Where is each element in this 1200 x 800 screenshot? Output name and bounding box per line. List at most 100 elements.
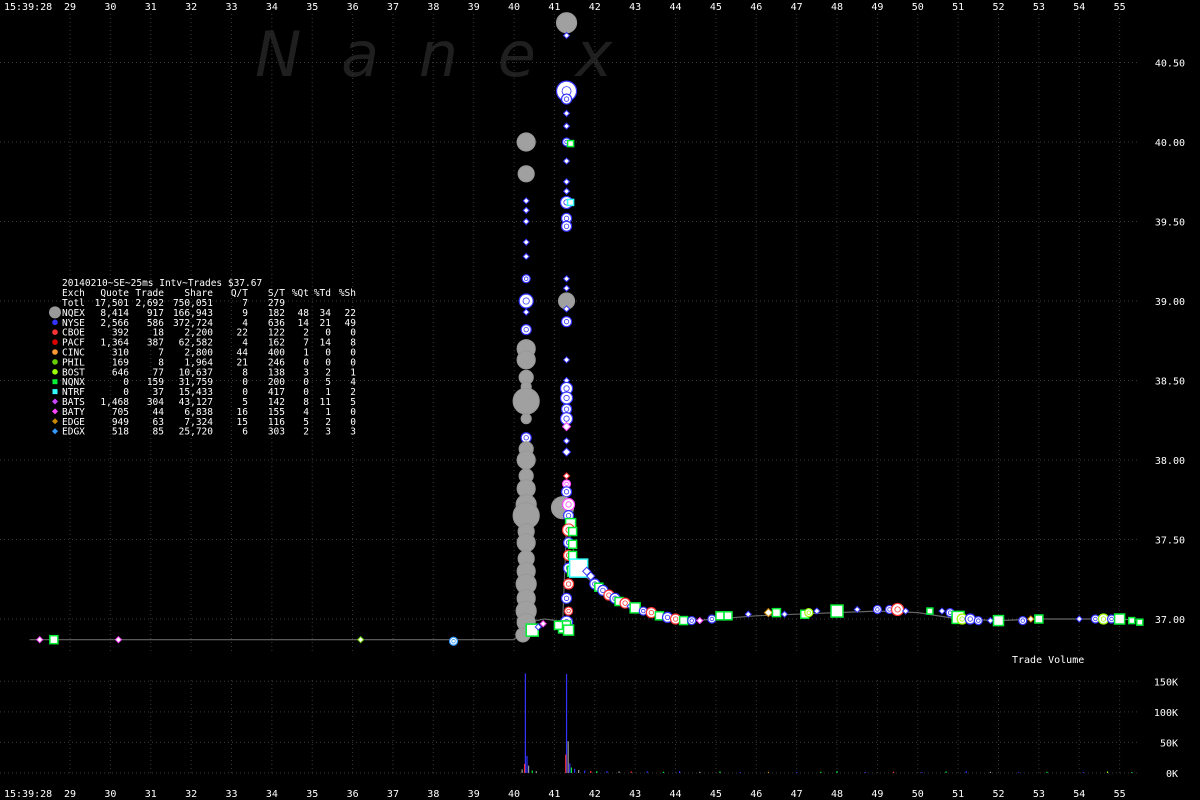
x-tick-label: 41 xyxy=(548,2,560,13)
x-tick-label: 55 xyxy=(1114,789,1126,800)
x-tick-label: 32 xyxy=(185,2,197,13)
x-tick-label: 52 xyxy=(992,2,1004,13)
x-tick-label: 40 xyxy=(508,2,520,13)
x-tick-label: 46 xyxy=(750,789,762,800)
x-tick-label: 52 xyxy=(992,789,1004,800)
trade-point-square xyxy=(562,624,575,636)
stats-cell: EDGX xyxy=(62,427,85,438)
x-tick-label: 31 xyxy=(145,789,157,800)
trade-point-circle xyxy=(516,132,536,152)
trade-point-circle xyxy=(520,324,532,336)
x-tick-label: 50 xyxy=(912,2,924,13)
x-tick-label: 38 xyxy=(427,2,439,13)
y-tick-label: 38.00 xyxy=(1155,456,1185,467)
x-tick-label: 44 xyxy=(670,2,682,13)
trade-point-circle xyxy=(804,608,814,618)
x-tick-label: 42 xyxy=(589,789,601,800)
stats-cell: 303 xyxy=(268,427,285,438)
x-tick-label: 47 xyxy=(791,789,803,800)
x-tick-label: 30 xyxy=(104,789,116,800)
trade-point-circle xyxy=(707,614,717,624)
stats-legend-icon xyxy=(52,359,58,365)
trade-point-circle xyxy=(517,165,535,183)
x-tick-label: 43 xyxy=(629,2,641,13)
trade-point-circle xyxy=(872,604,883,615)
x-tick-label: 37 xyxy=(387,2,399,13)
trade-point-square xyxy=(723,611,733,621)
trade-point-circle xyxy=(560,316,573,328)
stats-cell: 6 xyxy=(242,427,248,438)
bottom-time-label: 15:39:28 xyxy=(4,789,52,800)
x-tick-label: 53 xyxy=(1033,2,1045,13)
y-tick-label: 40.00 xyxy=(1155,138,1185,149)
y-tick-label: 37.50 xyxy=(1155,536,1185,547)
trade-point-square xyxy=(926,607,934,615)
trade-point-circle xyxy=(512,387,540,415)
x-tick-label: 38 xyxy=(427,789,439,800)
trade-point-square xyxy=(1136,618,1144,626)
trade-point-circle xyxy=(890,602,905,617)
x-tick-label: 33 xyxy=(225,789,237,800)
stats-header: %Td xyxy=(314,288,331,299)
x-tick-label: 40 xyxy=(508,789,520,800)
stats-cell: 2 xyxy=(303,427,309,438)
trade-point-square xyxy=(992,614,1005,627)
trade-point-circle xyxy=(687,615,697,626)
x-tick-label: 46 xyxy=(750,2,762,13)
trade-point-circle xyxy=(516,450,536,470)
trade-point-square xyxy=(568,558,589,578)
trade-point-square xyxy=(771,607,782,618)
trade-point-circle xyxy=(973,615,983,626)
trade-point-circle xyxy=(520,413,532,425)
x-tick-label: 45 xyxy=(710,789,722,800)
trade-point-square xyxy=(566,139,575,148)
volume-tick-label: 100K xyxy=(1154,708,1178,719)
x-tick-label: 35 xyxy=(306,2,318,13)
trade-point-square xyxy=(567,550,578,561)
trade-point-circle xyxy=(964,613,976,625)
trade-point-circle xyxy=(560,220,573,232)
x-tick-label: 47 xyxy=(791,2,803,13)
top-time-label: 15:39:28 xyxy=(4,2,52,13)
trade-point-square xyxy=(566,198,575,207)
volume-tick-label: 0K xyxy=(1166,769,1178,780)
trade-point-square xyxy=(49,634,59,645)
trade-point-circle xyxy=(563,606,574,616)
x-tick-label: 55 xyxy=(1114,2,1126,13)
x-tick-label: 48 xyxy=(831,789,843,800)
stats-legend-icon xyxy=(52,379,58,385)
trade-point-circle xyxy=(448,636,459,646)
trade-point-square xyxy=(715,611,725,621)
x-tick-label: 51 xyxy=(952,2,964,13)
trade-point-circle xyxy=(555,12,578,34)
trade-point-circle xyxy=(559,391,574,405)
trade-point-circle xyxy=(516,533,536,553)
trade-point-circle xyxy=(1018,615,1028,626)
stats-legend-icon xyxy=(49,306,61,319)
x-tick-label: 42 xyxy=(589,2,601,13)
x-tick-label: 45 xyxy=(710,2,722,13)
stats-legend-icon xyxy=(52,329,58,336)
trade-point-circle xyxy=(561,497,576,512)
trade-point-circle xyxy=(520,432,532,444)
trade-point-square xyxy=(678,615,689,626)
stats-cell: 85 xyxy=(153,427,164,438)
x-tick-label: 48 xyxy=(831,2,843,13)
trade-point-circle xyxy=(516,350,536,370)
x-tick-label: 29 xyxy=(64,2,76,13)
stats-cell: 3 xyxy=(350,427,356,438)
trade-point-square xyxy=(1034,614,1044,624)
x-tick-label: 53 xyxy=(1033,789,1045,800)
nanex-trade-chart: N a n e x 15:39:28 29 30 31 32 33 34 35 36 37 38 3… xyxy=(0,0,1200,800)
x-tick-label: 44 xyxy=(670,789,682,800)
y-tick-label: 38.50 xyxy=(1155,377,1185,388)
x-tick-label: 32 xyxy=(185,789,197,800)
x-tick-label: 30 xyxy=(104,2,116,13)
x-tick-label: 29 xyxy=(64,789,76,800)
x-tick-label: 36 xyxy=(347,2,359,13)
volume-tick-label: 50K xyxy=(1160,738,1178,749)
trade-point-circle xyxy=(518,293,534,309)
x-tick-label: 34 xyxy=(266,2,278,13)
stats-legend-icon xyxy=(52,319,58,326)
x-tick-label: 36 xyxy=(347,789,359,800)
